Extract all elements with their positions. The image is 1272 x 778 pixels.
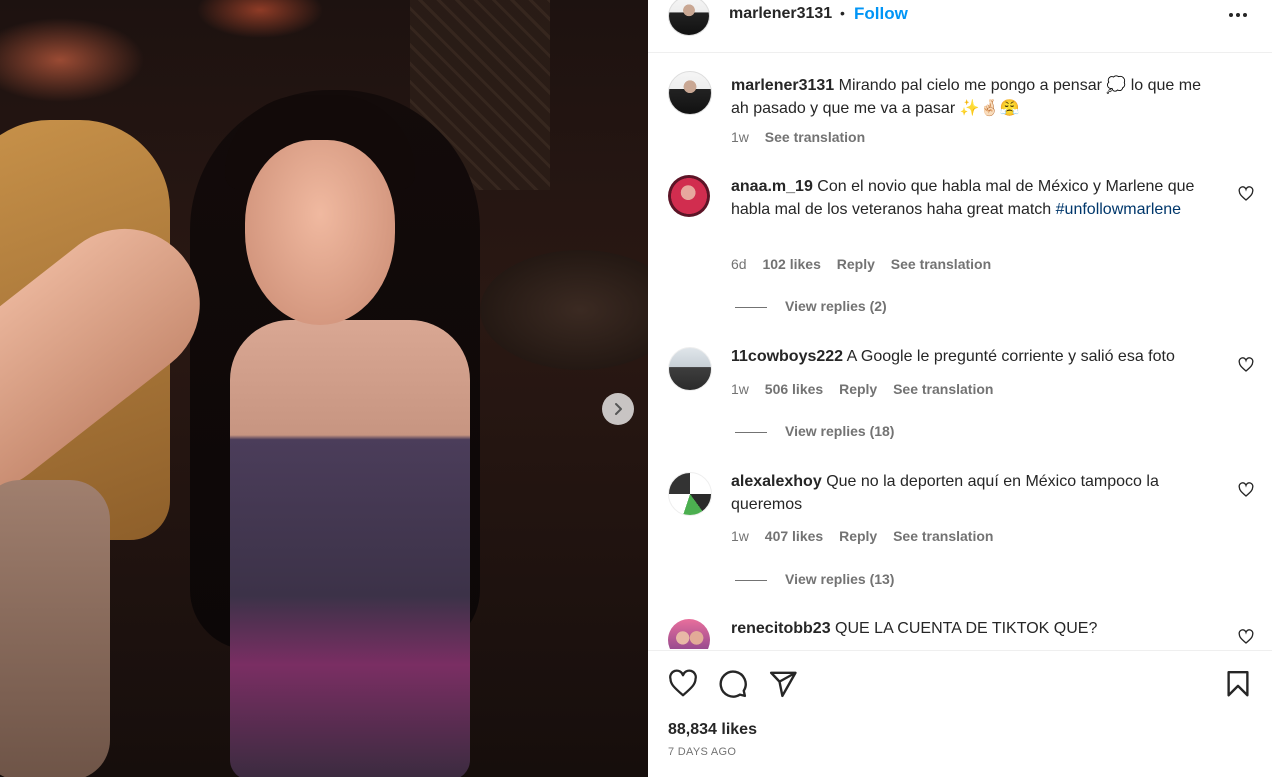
heart-icon <box>1238 357 1254 372</box>
photo-foreground-sleeve <box>0 480 110 777</box>
reply-button[interactable]: Reply <box>839 528 877 544</box>
comment-meta: 1w 407 likes Reply See translation <box>731 528 1005 544</box>
caption-username[interactable]: marlener3131 <box>731 77 834 94</box>
comment-button[interactable] <box>718 669 748 699</box>
photo-subject-body <box>230 320 470 777</box>
save-button[interactable] <box>1223 669 1253 699</box>
view-replies-button[interactable]: View replies (2) <box>735 298 887 314</box>
comment-text: renecitobb23 QUE LA CUENTA DE TIKTOK QUE… <box>731 618 1221 641</box>
replies-divider <box>735 306 767 308</box>
send-icon <box>769 671 797 698</box>
comment-body: A Google le pregunté corriente y salió e… <box>846 348 1175 365</box>
commenter-avatar[interactable] <box>668 175 710 217</box>
comment-body: QUE LA CUENTA DE TIKTOK QUE? <box>835 620 1098 637</box>
comment-meta: 6d 102 likes Reply See translation <box>731 256 1003 272</box>
share-button[interactable] <box>768 669 798 699</box>
view-replies-button[interactable]: View replies (13) <box>735 571 894 587</box>
next-photo-button[interactable] <box>602 393 634 425</box>
comment-username[interactable]: 11cowboys222 <box>731 348 843 365</box>
heart-icon <box>669 669 697 697</box>
header-separator: • <box>840 5 845 21</box>
reply-button[interactable]: Reply <box>837 256 875 272</box>
view-replies-label: View replies (2) <box>785 298 887 314</box>
comment-translate[interactable]: See translation <box>893 381 993 397</box>
photo-subject-face <box>245 140 395 325</box>
heart-icon <box>1238 186 1254 201</box>
owner-username[interactable]: marlener3131 <box>729 5 832 23</box>
comment-username[interactable]: anaa.m_19 <box>731 178 813 195</box>
chevron-right-icon <box>615 403 622 415</box>
commenter-avatar[interactable] <box>668 472 712 516</box>
like-comment-button[interactable] <box>1238 357 1254 373</box>
post-date[interactable]: 7 DAYS AGO <box>668 746 736 758</box>
caption-avatar[interactable] <box>668 71 712 115</box>
comment-time[interactable]: 1w <box>731 528 749 544</box>
more-options-button[interactable] <box>1224 1 1252 29</box>
caption-translate[interactable]: See translation <box>765 129 865 145</box>
caption-time[interactable]: 1w <box>731 129 749 145</box>
comment-time[interactable]: 1w <box>731 381 749 397</box>
like-comment-button[interactable] <box>1238 629 1254 645</box>
post-photo[interactable] <box>0 0 648 777</box>
like-button[interactable] <box>668 669 698 699</box>
view-replies-label: View replies (13) <box>785 571 895 587</box>
comment-text: alexalexhoy Que no la deporten aquí en M… <box>731 471 1221 516</box>
comments-list[interactable]: marlener3131 Mirando pal cielo me pongo … <box>648 53 1272 649</box>
comment-hashtag[interactable]: #unfollowmarlene <box>1056 201 1181 218</box>
comment-translate[interactable]: See translation <box>891 256 991 272</box>
replies-divider <box>735 431 767 433</box>
comment-translate[interactable]: See translation <box>893 528 993 544</box>
commenter-avatar[interactable] <box>668 347 712 391</box>
commenter-avatar[interactable] <box>668 619 710 649</box>
follow-button[interactable]: Follow <box>854 4 908 24</box>
more-options-icon <box>1229 13 1247 17</box>
like-comment-button[interactable] <box>1238 482 1254 498</box>
view-replies-label: View replies (18) <box>785 423 895 439</box>
comment-likes[interactable]: 407 likes <box>765 528 823 544</box>
comment-meta: 1w 506 likes Reply See translation <box>731 381 1005 397</box>
comment-text: 11cowboys222 A Google le pregunté corrie… <box>731 346 1221 369</box>
caption-text: marlener3131 Mirando pal cielo me pongo … <box>731 75 1221 120</box>
bookmark-icon <box>1227 670 1249 697</box>
comment-text: anaa.m_19 Con el novio que habla mal de … <box>731 176 1221 221</box>
post-likes-count[interactable]: 88,834 likes <box>668 721 757 739</box>
comment-username[interactable]: renecitobb23 <box>731 620 831 637</box>
replies-divider <box>735 579 767 581</box>
comment-icon <box>719 670 747 698</box>
post-side-panel: marlener3131 • Follow marlener3131 Miran… <box>648 0 1272 777</box>
heart-icon <box>1238 629 1254 644</box>
comment-time[interactable]: 6d <box>731 256 747 272</box>
owner-avatar[interactable] <box>668 0 710 36</box>
comment-likes[interactable]: 102 likes <box>762 256 820 272</box>
comment-username[interactable]: alexalexhoy <box>731 473 822 490</box>
like-comment-button[interactable] <box>1238 186 1254 202</box>
comment-likes[interactable]: 506 likes <box>765 381 823 397</box>
photo-background-table <box>480 250 648 370</box>
caption-meta: 1w See translation <box>731 129 877 145</box>
view-replies-button[interactable]: View replies (18) <box>735 423 894 439</box>
reply-button[interactable]: Reply <box>839 381 877 397</box>
post-header: marlener3131 • Follow <box>648 0 1272 53</box>
heart-icon <box>1238 482 1254 497</box>
post-actions: 88,834 likes 7 DAYS AGO <box>648 650 1272 778</box>
